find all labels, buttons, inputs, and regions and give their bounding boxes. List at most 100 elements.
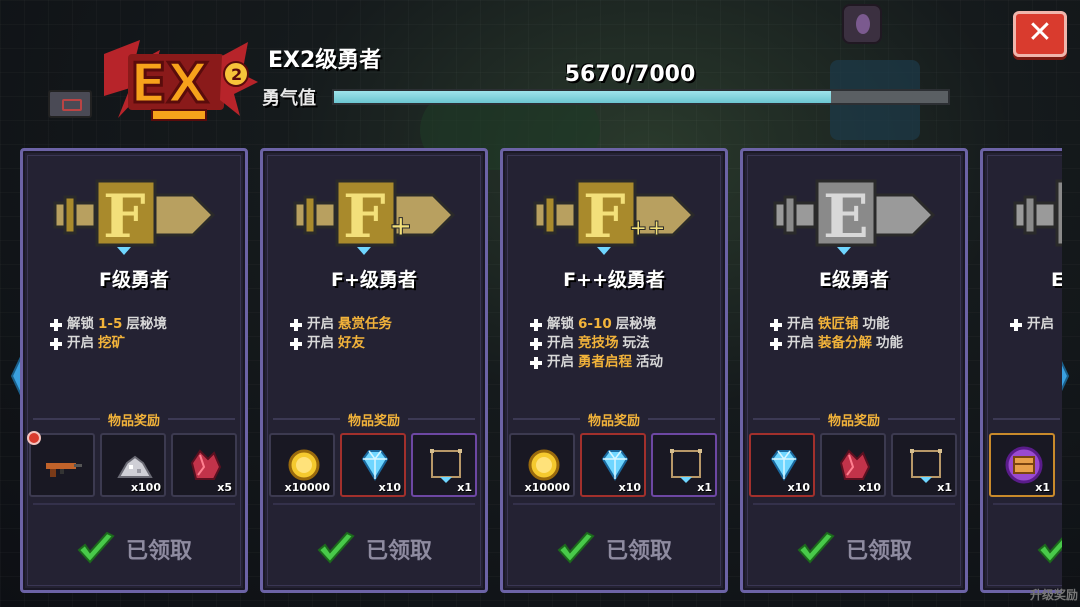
svg-text:F: F	[583, 182, 626, 252]
reward-slot[interactable]: x1	[651, 433, 717, 497]
reward-quantity: x10	[618, 481, 641, 494]
divider	[33, 503, 235, 505]
reward-slots: x10000 x10 x1	[269, 433, 477, 497]
perk-highlight: 悬赏任务	[338, 316, 392, 332]
perk-text: 层秘境	[615, 316, 657, 332]
perk-text: 层秘境	[126, 316, 167, 332]
plus-icon	[289, 337, 303, 351]
reward-quantity: x1	[1035, 481, 1050, 494]
perk-text: 开启	[307, 316, 334, 332]
reward-header: 物品奖励	[273, 409, 476, 429]
rank-card[interactable]: F ++ F++级勇者 解锁 6-10 层秘境 开启 竞技场 玩法 开启 勇者启程 活动 物品奖…	[500, 148, 728, 593]
perk-text: 活动	[636, 354, 663, 370]
plus-icon	[289, 318, 303, 332]
claimed-status-button[interactable]: 已领取	[263, 527, 485, 571]
perk-item: 开启 铁匠铺 功能	[769, 315, 957, 334]
reward-quantity: x10	[787, 481, 810, 494]
reward-slot[interactable]: x10	[749, 433, 815, 497]
reward-slot[interactable]	[27, 431, 95, 497]
claimed-label: 已领取	[845, 539, 912, 564]
reward-slots: x10000 x10 x1	[509, 433, 717, 497]
perk-item: 开启 悬赏任务	[289, 315, 477, 334]
perk-highlight: 挖矿	[98, 335, 125, 351]
plus-icon	[769, 337, 783, 351]
claimed-label: 已领取	[125, 539, 192, 564]
rank-cards-carousel[interactable]: F F级勇者 解锁1-5层秘境开启挖矿 物品奖励 x100 x5 已领取	[20, 148, 1062, 593]
reward-quantity: x1	[937, 481, 952, 494]
reward-slot[interactable]: x10	[580, 433, 646, 497]
perk-highlight: 装备分解	[818, 335, 872, 351]
reward-slot[interactable]: x1	[891, 433, 957, 497]
reward-slot[interactable]: x100	[100, 433, 166, 497]
rank-badge-icon: E	[773, 173, 937, 259]
divider	[33, 418, 100, 420]
reward-slot[interactable]: x10	[820, 433, 886, 497]
new-badge-icon	[27, 431, 41, 445]
check-icon	[797, 532, 835, 564]
perk-text: 功能	[862, 316, 890, 332]
perk-list: 开启 铁匠铺 功能 开启 装备分解 功能	[769, 315, 957, 353]
rank-name: F++级勇者	[563, 269, 665, 291]
perk-item: 开启 勇者启程 活动	[529, 353, 717, 372]
perk-list: 解锁 6-10 层秘境 开启 竞技场 玩法 开启 勇者启程 活动	[529, 315, 717, 372]
reward-slot[interactable]: x10000	[269, 433, 335, 497]
claimed-status-button[interactable]: 已领取	[743, 527, 965, 571]
rank-card[interactable]: E + E+级勇者 开启 物品奖励 x1 已领取	[980, 148, 1062, 593]
perk-item: 解锁 1-5 层秘境	[49, 315, 237, 334]
perk-item: 开启 装备分解 功能	[769, 334, 957, 353]
svg-text:E: E	[823, 182, 869, 252]
svg-text:EX: EX	[130, 52, 209, 115]
reward-label: 物品奖励	[828, 413, 881, 429]
rank-name: F级勇者	[99, 269, 169, 291]
rank-card[interactable]: E E级勇者 开启 铁匠铺 功能 开启 装备分解 功能 物品奖励 x10 x10 x1 …	[740, 148, 968, 593]
divider	[888, 418, 956, 420]
rank-badge-icon: F +	[293, 173, 457, 259]
close-button[interactable]: ✕	[1013, 11, 1067, 57]
reward-slot[interactable]: x5	[171, 433, 237, 497]
claimed-status-button[interactable]: 已领取	[503, 527, 725, 571]
reward-quantity: x10	[858, 481, 881, 494]
claimed-label: 已领取	[605, 539, 672, 564]
plus-icon	[49, 318, 63, 332]
reward-label: 物品奖励	[588, 413, 641, 429]
reward-quantity: x10	[378, 481, 401, 494]
reward-label: 物品奖励	[108, 413, 161, 429]
check-icon	[1037, 537, 1062, 564]
reward-header: 物品奖励	[993, 409, 1062, 429]
claimed-status-button[interactable]: 已领取	[23, 527, 245, 571]
rank-card[interactable]: F F级勇者 解锁 1-5 层秘境 开启 挖矿 物品奖励 x100 x5 已领取	[20, 148, 248, 593]
perk-item: 开启 好友	[289, 334, 477, 353]
reward-slots: x10 x10 x1	[749, 433, 957, 497]
reward-slot[interactable]: x10	[340, 433, 406, 497]
rank-name: E级勇者	[819, 269, 889, 291]
rank-card[interactable]: F + F+级勇者 开启 悬赏任务 开启 好友 物品奖励 x10000 x10 x…	[260, 148, 488, 593]
perk-list: 解锁 1-5 层秘境 开启 挖矿	[49, 315, 237, 353]
check-icon	[317, 532, 355, 564]
plus-icon	[49, 337, 63, 351]
bottom-hint: 升级奖励	[1030, 588, 1079, 602]
perk-list: 开启 悬赏任务 开启 好友	[289, 315, 477, 353]
reward-slot[interactable]: x1	[989, 433, 1055, 497]
divider	[753, 503, 955, 505]
reward-slots: x1	[989, 433, 1055, 497]
rank-badge-icon: F	[53, 173, 217, 259]
reward-header: 物品奖励	[513, 409, 716, 429]
perk-item: 开启	[1009, 315, 1062, 334]
perk-highlight: 1-5	[98, 316, 123, 332]
courage-progress-fill	[334, 91, 832, 103]
reward-label: 物品奖励	[348, 413, 401, 429]
perk-highlight: 6-10	[578, 316, 612, 332]
current-rank-title: EX2级勇者	[268, 48, 382, 73]
perk-text: 玩法	[622, 335, 650, 351]
claimed-status-button[interactable]: 已领取	[983, 527, 1062, 571]
courage-progress-bar	[332, 89, 950, 105]
divider	[513, 503, 715, 505]
plus-icon	[1009, 318, 1023, 332]
background-npc-icon	[842, 4, 882, 44]
rank-name: E+级勇者	[1051, 269, 1062, 291]
reward-slot[interactable]: x10000	[509, 433, 575, 497]
reward-slot[interactable]: x1	[411, 433, 477, 497]
divider	[273, 503, 475, 505]
plus-icon	[529, 337, 543, 351]
rank-badge-icon: F ++	[533, 173, 697, 259]
